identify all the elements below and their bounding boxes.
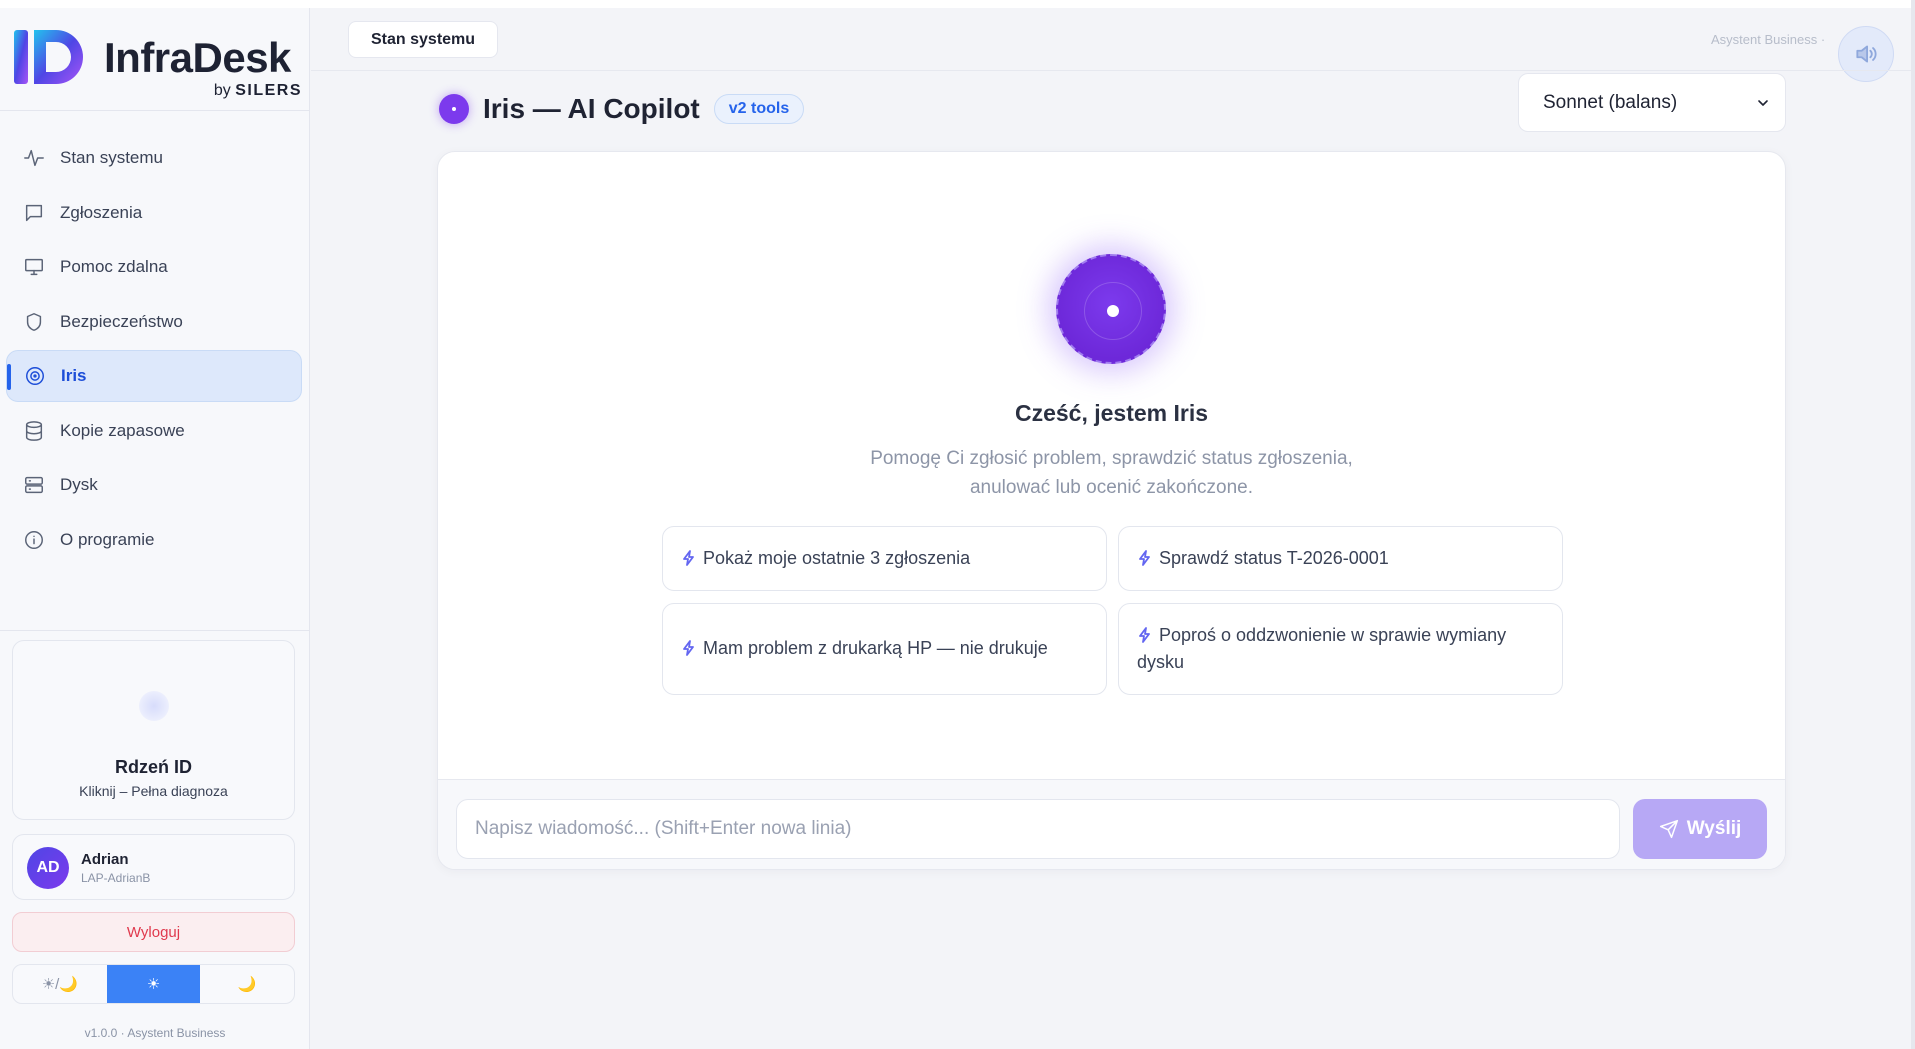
- brand-title: InfraDesk: [104, 34, 291, 81]
- info-icon: [22, 528, 46, 552]
- core-status-indicator: [139, 691, 169, 721]
- monitor-icon: [22, 255, 46, 279]
- sidebar-item-label: Iris: [61, 366, 87, 385]
- suggestion-text: Pokaż moje ostatnie 3 zgłoszenia: [703, 548, 971, 568]
- sidebar-nav: Stan systemu Zgłoszenia Pomoc zdalna Bez…: [6, 132, 302, 568]
- bolt-icon: [1137, 547, 1153, 566]
- sidebar-item-bezpieczenstwo[interactable]: Bezpieczeństwo: [6, 296, 302, 348]
- tab-stan-systemu[interactable]: Stan systemu: [348, 21, 499, 58]
- greeting-description-line: anulować lub ocenić zakończone.: [969, 477, 1254, 498]
- sidebar-item-label: O programie: [60, 529, 155, 549]
- sidebar-item-kopie-zapasowe[interactable]: Kopie zapasowe: [6, 405, 302, 457]
- version-badge: v2 tools: [713, 94, 805, 124]
- brand-byline: by SILERS: [214, 82, 302, 100]
- logout-button[interactable]: Wyloguj: [12, 912, 295, 952]
- model-select-value: Sonnet (balans): [1543, 91, 1678, 113]
- sidebar-item-o-programie[interactable]: O programie: [6, 514, 302, 566]
- model-select[interactable]: Sonnet (balans): [1518, 73, 1786, 132]
- avatar: AD: [27, 847, 69, 889]
- brand-by: by: [213, 82, 231, 99]
- suggestion-chip[interactable]: Sprawdź status T-2026-0001: [1118, 526, 1563, 591]
- user-host: LAP-AdrianB: [81, 871, 151, 885]
- sidebar-item-label: Kopie zapasowe: [60, 420, 185, 440]
- bolt-icon: [681, 637, 697, 656]
- send-icon: [1659, 819, 1678, 839]
- shield-icon: [22, 310, 46, 334]
- greeting-description: Pomogę Ci zgłosić problem, sprawdzić sta…: [438, 444, 1785, 502]
- greeting-title: Cześć, jestem Iris: [1014, 400, 1209, 426]
- database-icon: [22, 419, 46, 443]
- sidebar-item-label: Pomoc zdalna: [60, 257, 168, 276]
- message-icon: [22, 201, 46, 225]
- message-input[interactable]: [456, 799, 1620, 859]
- sidebar-divider: [0, 110, 310, 111]
- page-title: Iris — AI Copilot: [483, 93, 700, 124]
- core-subtitle: Kliknij – Pełna diagnoza: [79, 783, 228, 799]
- sidebar: InfraDesk by SILERS Stan systemu Zgłosze…: [0, 8, 310, 1049]
- app-context-label: Asystent Business ·: [1711, 32, 1826, 47]
- speaker-icon: [1856, 45, 1877, 63]
- header-divider: [311, 70, 1911, 71]
- greeting-description-line: Pomogę Ci zgłosić problem, sprawdzić sta…: [870, 448, 1353, 469]
- suggestion-text: Mam problem z drukarką HP — nie drukuje: [703, 638, 1048, 658]
- suggestion-text: Poproś o oddzwonienie w sprawie wymiany …: [1137, 625, 1507, 672]
- theme-dark-button[interactable]: 🌙: [200, 965, 294, 1003]
- suggestion-chip[interactable]: Poproś o oddzwonienie w sprawie wymiany …: [1118, 603, 1563, 695]
- sound-toggle-button[interactable]: [1838, 26, 1894, 82]
- chevron-down-icon: [1758, 100, 1768, 106]
- core-title: Rdzeń ID: [114, 757, 192, 777]
- core-diagnosis-card[interactable]: Rdzeń ID Kliknij – Pełna diagnoza: [12, 640, 295, 820]
- suggestion-chip[interactable]: Pokaż moje ostatnie 3 zgłoszenia: [662, 526, 1107, 591]
- brand-company: SILERS: [235, 82, 302, 99]
- message-composer: Wyślij: [438, 779, 1785, 869]
- top-strip: [0, 0, 1915, 8]
- sidebar-item-pomoc-zdalna[interactable]: Pomoc zdalna: [6, 241, 302, 293]
- theme-toggle: ☀/🌙 ☀ 🌙: [12, 964, 295, 1004]
- target-icon: [23, 364, 47, 388]
- sidebar-item-label: Dysk: [60, 475, 98, 494]
- infradesk-logo-icon: [14, 30, 83, 84]
- sidebar-item-dysk[interactable]: Dysk: [6, 459, 302, 511]
- version-label: v1.0.0 · Asystent Business: [84, 1026, 226, 1040]
- activity-icon: [22, 146, 46, 170]
- bolt-icon: [1137, 624, 1153, 643]
- theme-auto-button[interactable]: ☀/🌙: [13, 965, 107, 1003]
- user-card[interactable]: AD Adrian LAP-AdrianB: [12, 834, 295, 900]
- user-name: Adrian: [81, 851, 129, 868]
- brand-logo[interactable]: InfraDesk by SILERS: [12, 26, 302, 102]
- sidebar-item-iris[interactable]: Iris: [6, 350, 302, 402]
- sidebar-item-label: Stan systemu: [60, 148, 163, 167]
- sidebar-item-zgloszenia[interactable]: Zgłoszenia: [6, 187, 302, 239]
- sidebar-item-label: Bezpieczeństwo: [60, 311, 183, 331]
- sidebar-divider: [0, 630, 310, 631]
- iris-orb-icon: [1056, 254, 1166, 364]
- sidebar-item-label: Zgłoszenia: [60, 202, 143, 222]
- chat-panel: Cześć, jestem Iris Pomogę Ci zgłosić pro…: [437, 151, 1786, 870]
- iris-status-icon: [439, 94, 469, 124]
- suggestion-chip[interactable]: Mam problem z drukarką HP — nie drukuje: [662, 603, 1107, 695]
- sidebar-item-stan-systemu[interactable]: Stan systemu: [6, 132, 302, 184]
- server-icon: [22, 473, 46, 497]
- main-area: Stan systemu Asystent Business · Iris — …: [311, 8, 1911, 1049]
- send-button-label: Wyślij: [1686, 818, 1742, 839]
- window-edge: [1911, 0, 1915, 1049]
- theme-light-button[interactable]: ☀: [106, 965, 201, 1003]
- send-button[interactable]: Wyślij: [1633, 799, 1767, 859]
- suggestion-text: Sprawdź status T-2026-0001: [1159, 548, 1389, 568]
- bolt-icon: [681, 547, 697, 566]
- page-header: Iris — AI Copilot v2 tools: [439, 86, 805, 132]
